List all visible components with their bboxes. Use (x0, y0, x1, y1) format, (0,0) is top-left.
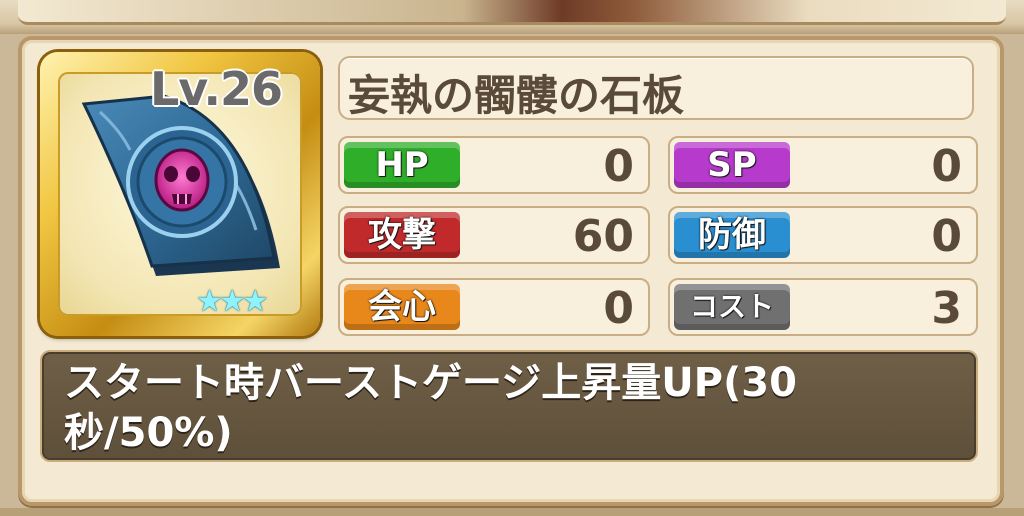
stat-sp: SP 0 (668, 136, 978, 194)
bottom-decoration (0, 508, 1024, 516)
stat-cost-value: 3 (931, 283, 962, 334)
top-decoration (0, 0, 1024, 34)
skill-effect-text: スタート時バーストゲージ上昇量UP(30秒/50%) (64, 360, 797, 456)
stat-hp-value: 0 (603, 141, 634, 192)
stat-hp: HP 0 (338, 136, 650, 194)
item-name-box: 妄執の髑髏の石板 (338, 56, 974, 120)
rarity-stars: ★★★ (196, 284, 269, 319)
stat-sp-value: 0 (931, 141, 962, 192)
stat-critical: 会心 0 (338, 278, 650, 336)
stat-cost-label: コスト (674, 284, 790, 330)
skull-stone-slab-icon (81, 94, 280, 276)
stat-defense-value: 0 (931, 211, 962, 262)
stat-hp-label: HP (344, 142, 460, 188)
stat-critical-value: 0 (603, 283, 634, 334)
stat-sp-label: SP (674, 142, 790, 188)
stat-attack-label: 攻撃 (344, 212, 460, 258)
stat-defense-label: 防御 (674, 212, 790, 258)
stat-defense: 防御 0 (668, 206, 978, 264)
item-level: Lv.26 (149, 61, 284, 117)
item-name: 妄執の髑髏の石板 (348, 71, 685, 120)
stat-critical-label: 会心 (344, 284, 460, 330)
stat-attack: 攻撃 60 (338, 206, 650, 264)
stat-attack-value: 60 (572, 211, 634, 262)
skill-effect-panel: スタート時バーストゲージ上昇量UP(30秒/50%) (40, 350, 978, 462)
stat-cost: コスト 3 (668, 278, 978, 336)
